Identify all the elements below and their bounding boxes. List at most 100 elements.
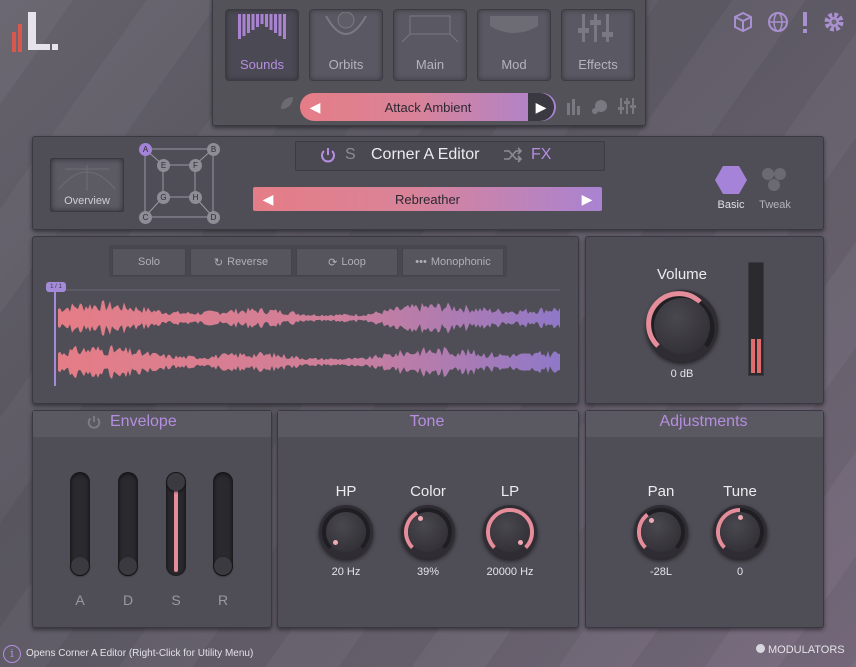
corner-node[interactable]: F xyxy=(189,159,202,172)
reverse-button[interactable]: ↻ Reverse xyxy=(190,248,292,276)
tone-hp-label: HP xyxy=(335,483,357,500)
tweak-label: Tweak xyxy=(759,199,791,211)
info-icon[interactable]: i xyxy=(3,645,21,663)
overview-icon xyxy=(58,165,116,191)
tweak-mode-button[interactable]: Tweak xyxy=(753,165,797,213)
orbits-tab-icon xyxy=(316,11,376,49)
tab-mod[interactable]: Mod xyxy=(477,9,551,81)
tone-color-value: 39% xyxy=(416,566,440,578)
envelope-label-d: D xyxy=(122,592,134,608)
corner-node[interactable]: B xyxy=(207,143,220,156)
envelope-panel xyxy=(32,410,272,628)
waveform-channel-right xyxy=(58,345,560,379)
source-next-icon[interactable]: ▶ xyxy=(576,187,598,211)
editor-title: Corner A Editor xyxy=(371,146,480,163)
cube-icon[interactable] xyxy=(732,11,754,33)
settings-gear-icon[interactable] xyxy=(822,10,846,34)
waveform-channel-left xyxy=(58,300,560,336)
tab-label: Sounds xyxy=(239,57,285,72)
envelope-power-icon[interactable] xyxy=(86,414,102,430)
adjust-tune-label: Tune xyxy=(723,483,757,500)
preset-prev-icon[interactable]: ◀ xyxy=(304,93,326,121)
source-prev-icon[interactable]: ◀ xyxy=(257,187,279,211)
preset-selector[interactable]: ◀ Attack Ambient ▶ xyxy=(300,93,556,121)
envelope-label-s: S xyxy=(171,592,181,608)
solo-s-button[interactable]: S xyxy=(345,146,356,164)
leaf-icon[interactable] xyxy=(279,95,295,111)
corner-node[interactable]: C xyxy=(139,211,152,224)
meter-left-level xyxy=(751,339,755,373)
basic-label: Basic xyxy=(717,199,745,211)
corner-node[interactable]: A xyxy=(139,143,152,156)
tone-lp-knob[interactable] xyxy=(483,505,537,559)
corner-editor-panel: Overview A B C D E F G H S Corner A Edit… xyxy=(32,136,824,230)
envelope-slider-s[interactable] xyxy=(166,472,186,576)
mixer-icon[interactable] xyxy=(617,97,637,115)
tone-color-knob[interactable] xyxy=(401,505,455,559)
slider-thumb[interactable] xyxy=(214,557,232,575)
waveform-display[interactable]: 1 / 1 xyxy=(40,280,565,388)
corner-node[interactable]: E xyxy=(157,159,170,172)
tab-label: Effects xyxy=(578,57,618,72)
monophonic-button[interactable]: ••• Monophonic xyxy=(402,248,504,276)
volume-value: 0 dB xyxy=(670,368,694,380)
shuffle-icon[interactable] xyxy=(503,147,523,163)
envelope-slider-r[interactable] xyxy=(213,472,233,576)
loop-button[interactable]: ⟳ Loop xyxy=(296,248,398,276)
start-marker-handle[interactable]: 1 / 1 xyxy=(46,282,66,292)
spectrum-icon[interactable] xyxy=(565,97,585,115)
orbit-icon[interactable] xyxy=(591,97,611,115)
adjust-pan-value: -28L xyxy=(649,566,673,578)
corner-node[interactable]: H xyxy=(189,191,202,204)
tab-main[interactable]: Main xyxy=(393,9,467,81)
envelope-slider-a[interactable] xyxy=(70,472,90,576)
solo-button[interactable]: Solo xyxy=(112,248,186,276)
globe-icon[interactable] xyxy=(767,11,789,33)
source-name: Rebreather xyxy=(394,192,461,207)
knob-indicator xyxy=(737,514,743,520)
loop-icon: ⟳ xyxy=(328,256,338,269)
basic-mode-button[interactable]: Basic xyxy=(711,165,751,213)
fx-button[interactable]: FX xyxy=(531,146,551,164)
corner-node[interactable]: D xyxy=(207,211,220,224)
volume-meter xyxy=(748,262,764,376)
tone-title: Tone xyxy=(409,413,445,430)
adjust-tune-value: 0 xyxy=(736,566,744,578)
adjustments-title: Adjustments xyxy=(659,413,748,430)
tone-hp-value: 20 Hz xyxy=(331,566,361,578)
main-tab-icon xyxy=(400,12,460,49)
envelope-slider-d[interactable] xyxy=(118,472,138,576)
slider-thumb[interactable] xyxy=(167,473,185,491)
status-text: Opens Corner A Editor (Right-Click for U… xyxy=(26,648,254,659)
monophonic-label: Monophonic xyxy=(430,256,491,268)
tab-label: Mod xyxy=(501,57,527,72)
power-icon[interactable] xyxy=(319,146,337,164)
knob-indicator xyxy=(649,517,655,523)
overview-button[interactable]: Overview xyxy=(50,158,124,212)
tab-orbits[interactable]: Orbits xyxy=(309,9,383,81)
source-selector[interactable]: ◀ Rebreather ▶ xyxy=(253,187,602,211)
tab-effects[interactable]: Effects xyxy=(561,9,635,81)
alert-icon[interactable] xyxy=(800,10,810,34)
modulators-button[interactable]: MODULATORS xyxy=(756,644,845,660)
tab-label: Orbits xyxy=(328,57,364,72)
corner-node[interactable]: G xyxy=(157,191,170,204)
tab-label: Main xyxy=(415,57,445,72)
adjust-pan-knob[interactable] xyxy=(634,505,688,559)
volume-label: Volume xyxy=(656,266,708,283)
tab-sounds[interactable]: Sounds xyxy=(225,9,299,81)
reverse-icon: ↻ xyxy=(213,256,224,269)
volume-knob[interactable] xyxy=(646,290,718,362)
envelope-label-a: A xyxy=(75,592,85,608)
sounds-tab-icon xyxy=(232,12,292,49)
slider-thumb[interactable] xyxy=(119,557,137,575)
preset-next-icon[interactable]: ▶ xyxy=(528,93,554,121)
preset-name: Attack Ambient xyxy=(384,100,472,115)
corner-map[interactable]: A B C D E F G H xyxy=(137,141,223,225)
tone-hp-knob[interactable] xyxy=(319,505,373,559)
slider-fill xyxy=(174,488,178,572)
adjust-tune-knob[interactable] xyxy=(713,505,767,559)
waveform-svg xyxy=(54,286,560,386)
slider-thumb[interactable] xyxy=(71,557,89,575)
tone-lp-value: 20000 Hz xyxy=(486,566,534,578)
